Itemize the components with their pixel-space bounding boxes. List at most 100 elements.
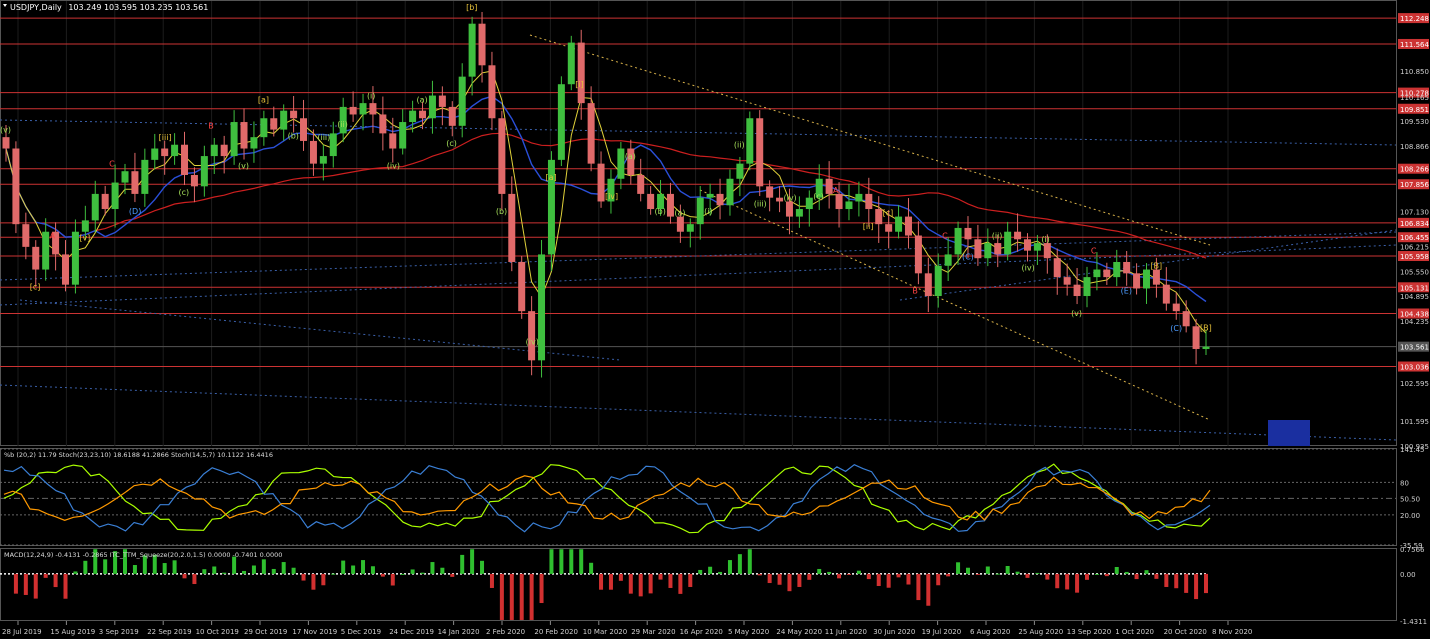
candle-body[interactable]: [1162, 284, 1170, 304]
candle-body[interactable]: [954, 227, 962, 255]
candle-body[interactable]: [736, 163, 744, 179]
candle-body[interactable]: [835, 193, 843, 210]
candle-body[interactable]: [448, 106, 456, 126]
candle-body[interactable]: [647, 193, 655, 210]
candle-body[interactable]: [62, 254, 70, 285]
candle-body[interactable]: [904, 216, 912, 236]
candle-body[interactable]: [825, 178, 833, 194]
candle-body[interactable]: [637, 174, 645, 194]
candle-body[interactable]: [1063, 277, 1071, 285]
candle-body[interactable]: [1142, 269, 1150, 289]
candle-body[interactable]: [230, 122, 238, 157]
candle-body[interactable]: [557, 84, 565, 160]
candle-body[interactable]: [865, 193, 873, 210]
candle-body[interactable]: [587, 103, 595, 164]
candle-body[interactable]: [1182, 311, 1190, 327]
candle-body[interactable]: [280, 110, 288, 130]
candle-body[interactable]: [716, 193, 724, 206]
candle-body[interactable]: [1113, 261, 1121, 278]
candle-body[interactable]: [329, 133, 337, 157]
candle-body[interactable]: [924, 273, 932, 297]
candle-body[interactable]: [895, 216, 903, 232]
candle-body[interactable]: [2, 137, 10, 149]
candle-body[interactable]: [141, 159, 149, 194]
candle-body[interactable]: [121, 171, 129, 183]
candle-body[interactable]: [290, 110, 298, 119]
candle-body[interactable]: [1202, 346, 1210, 349]
candle-body[interactable]: [1033, 243, 1041, 251]
candle-body[interactable]: [1192, 326, 1200, 349]
candle-body[interactable]: [270, 118, 278, 130]
candle-body[interactable]: [785, 201, 793, 217]
candle-body[interactable]: [964, 227, 972, 240]
candle-body[interactable]: [696, 197, 704, 225]
candle-body[interactable]: [250, 137, 258, 149]
candle-body[interactable]: [1023, 239, 1031, 251]
candle-body[interactable]: [419, 110, 427, 119]
candle-body[interactable]: [309, 140, 317, 164]
candle-body[interactable]: [1043, 243, 1051, 259]
candle-body[interactable]: [746, 118, 754, 164]
candle-body[interactable]: [399, 122, 407, 149]
candle-body[interactable]: [885, 224, 893, 232]
candle-body[interactable]: [458, 76, 466, 126]
candle-body[interactable]: [71, 231, 79, 285]
trend-line[interactable]: [529, 34, 1211, 246]
candle-body[interactable]: [706, 193, 714, 198]
candle-body[interactable]: [498, 118, 506, 194]
candle-body[interactable]: [567, 42, 575, 85]
candle-body[interactable]: [369, 103, 377, 115]
candle-body[interactable]: [1083, 277, 1091, 297]
candle-body[interactable]: [319, 156, 327, 164]
candle-body[interactable]: [518, 261, 526, 312]
candle-body[interactable]: [994, 243, 1002, 255]
candle-body[interactable]: [171, 144, 179, 157]
candle-body[interactable]: [181, 144, 189, 175]
trend-line[interactable]: [0, 384, 1397, 441]
candle-body[interactable]: [726, 178, 734, 206]
candle-body[interactable]: [666, 193, 674, 217]
candle-body[interactable]: [538, 254, 546, 361]
candle-body[interactable]: [984, 243, 992, 259]
candle-body[interactable]: [300, 118, 308, 141]
trend-line[interactable]: [0, 244, 1397, 306]
candle-body[interactable]: [766, 186, 774, 198]
candle-body[interactable]: [111, 182, 119, 210]
candle-body[interactable]: [875, 209, 883, 225]
candle-body[interactable]: [240, 122, 248, 149]
candle-body[interactable]: [428, 95, 436, 119]
candle-body[interactable]: [845, 201, 853, 210]
candle-body[interactable]: [379, 114, 387, 134]
candle-body[interactable]: [131, 171, 139, 194]
candle-body[interactable]: [686, 224, 694, 232]
candle-body[interactable]: [200, 156, 208, 187]
candle-body[interactable]: [577, 42, 585, 104]
caret-down-icon[interactable]: [3, 4, 7, 7]
candle-body[interactable]: [756, 118, 764, 187]
candle-body[interactable]: [1004, 231, 1012, 255]
candle-body[interactable]: [1014, 231, 1022, 240]
candle-body[interactable]: [91, 193, 99, 221]
candle-body[interactable]: [12, 148, 20, 225]
candle-body[interactable]: [855, 193, 863, 202]
candle-body[interactable]: [597, 163, 605, 202]
candle-body[interactable]: [260, 118, 268, 138]
candle-body[interactable]: [161, 148, 169, 157]
candle-body[interactable]: [1172, 303, 1180, 312]
candle-body[interactable]: [1093, 269, 1101, 278]
candle-body[interactable]: [389, 133, 397, 149]
candle-body[interactable]: [42, 231, 50, 270]
candle-body[interactable]: [1073, 284, 1081, 297]
candle-body[interactable]: [528, 311, 536, 361]
candle-body[interactable]: [101, 193, 109, 210]
candle-body[interactable]: [32, 246, 40, 270]
candle-body[interactable]: [1053, 258, 1061, 278]
candle-body[interactable]: [349, 106, 357, 115]
candle-body[interactable]: [190, 174, 198, 187]
candle-body[interactable]: [468, 23, 476, 77]
candle-body[interactable]: [795, 209, 803, 217]
candle-body[interactable]: [438, 95, 446, 107]
candle-body[interactable]: [151, 148, 159, 160]
candle-body[interactable]: [478, 23, 486, 66]
candle-body[interactable]: [359, 103, 367, 115]
